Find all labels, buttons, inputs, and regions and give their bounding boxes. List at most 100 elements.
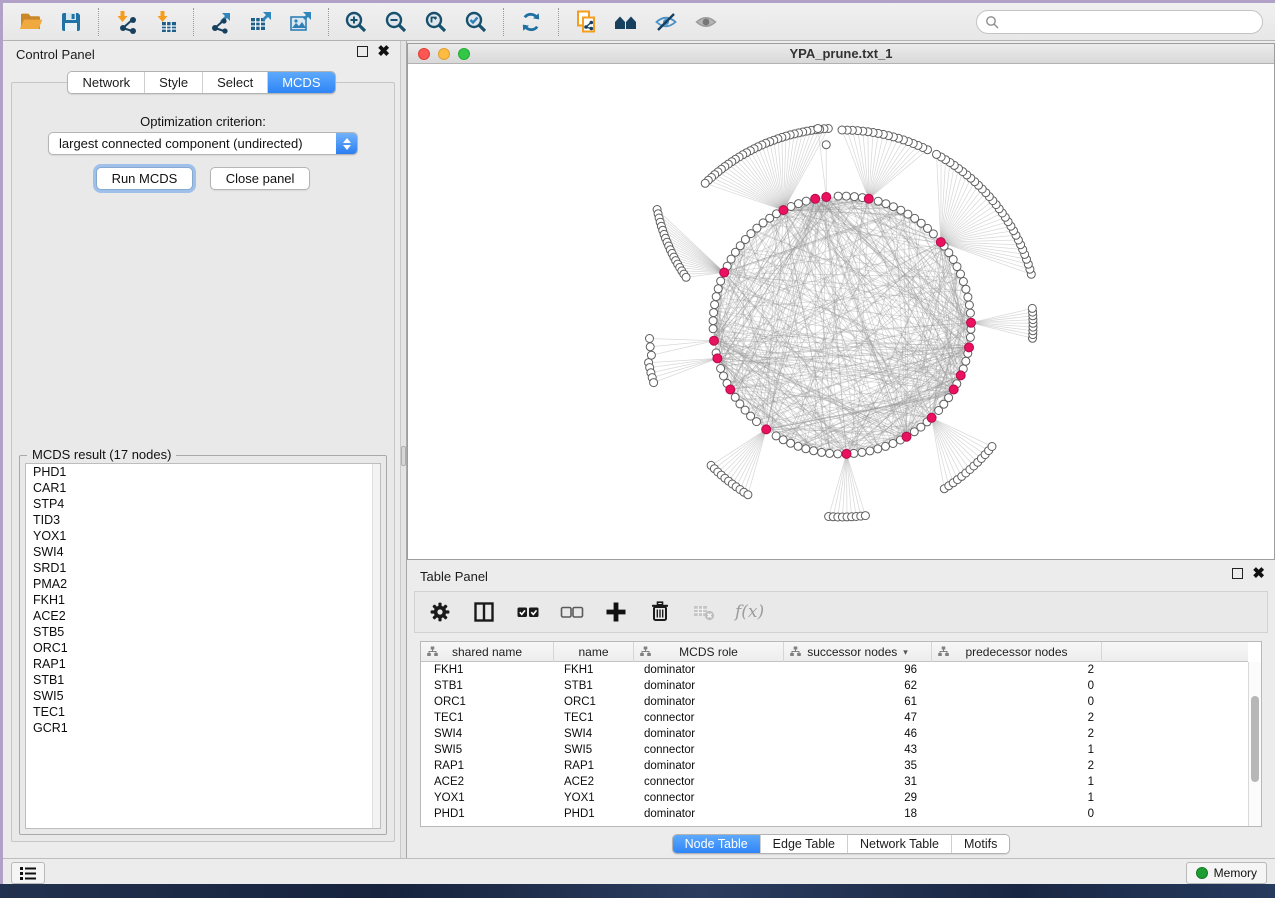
mcds-result-item[interactable]: SRD1 xyxy=(26,560,380,576)
toolbar-separator xyxy=(503,8,504,36)
mcds-result-item[interactable]: TEC1 xyxy=(26,704,380,720)
window-close-icon[interactable] xyxy=(418,48,430,60)
table-header-row: shared namenameMCDS rolesuccessor nodes▾… xyxy=(421,642,1248,662)
column-header-shared-name[interactable]: shared name xyxy=(421,642,554,662)
table-panel: Table Panel ✖ xyxy=(407,563,1275,858)
export-table-icon[interactable] xyxy=(246,7,276,37)
table-row[interactable]: SWI5SWI5connector431 xyxy=(421,742,1248,758)
import-network-icon[interactable] xyxy=(111,7,141,37)
toolbar-separator xyxy=(328,8,329,36)
export-image-icon[interactable] xyxy=(286,7,316,37)
application-window: Control Panel ✖ Network Style Select MCD… xyxy=(3,3,1275,886)
import-table-icon[interactable] xyxy=(151,7,181,37)
table-row[interactable]: FKH1FKH1dominator962 xyxy=(421,662,1248,678)
table-cell-mcds_role: dominator xyxy=(634,758,784,774)
table-cell-shared_name: ACE2 xyxy=(421,774,554,790)
table-row[interactable]: YOX1YOX1connector291 xyxy=(421,790,1248,806)
mcds-result-item[interactable]: SWI5 xyxy=(26,688,380,704)
task-history-button[interactable] xyxy=(11,862,45,884)
add-column-icon[interactable] xyxy=(603,599,629,625)
table-cell-shared_name: PHD1 xyxy=(421,806,554,822)
tab-node-table[interactable]: Node Table xyxy=(673,835,760,853)
float-panel-icon[interactable] xyxy=(357,46,368,57)
save-session-icon[interactable] xyxy=(56,7,86,37)
mcds-result-item[interactable]: ORC1 xyxy=(26,640,380,656)
table-cell-successor_nodes: 46 xyxy=(784,726,932,742)
table-options-gear-icon[interactable] xyxy=(427,599,453,625)
mcds-list-scrollbar[interactable] xyxy=(372,464,380,828)
table-scrollbar[interactable] xyxy=(1248,662,1261,826)
mcds-result-item[interactable]: YOX1 xyxy=(26,528,380,544)
tab-edge-table[interactable]: Edge Table xyxy=(760,835,847,853)
network-graph[interactable] xyxy=(408,64,1274,559)
table-cell-mcds_role: dominator xyxy=(634,806,784,822)
table-row[interactable]: TEC1TEC1connector472 xyxy=(421,710,1248,726)
table-cell-predecessor_nodes: 2 xyxy=(932,662,1102,678)
mcds-result-item[interactable]: SWI4 xyxy=(26,544,380,560)
tab-network[interactable]: Network xyxy=(68,72,144,93)
show-all-icon[interactable] xyxy=(691,7,721,37)
search-icon xyxy=(985,15,999,29)
tab-select[interactable]: Select xyxy=(202,72,267,93)
zoom-fit-icon[interactable] xyxy=(421,7,451,37)
first-neighbors-icon[interactable] xyxy=(611,7,641,37)
select-all-checkboxes-icon[interactable] xyxy=(515,599,541,625)
tab-motifs[interactable]: Motifs xyxy=(951,835,1009,853)
refresh-view-icon[interactable] xyxy=(516,7,546,37)
deselect-all-checkboxes-icon[interactable] xyxy=(559,599,585,625)
mcds-result-item[interactable]: STP4 xyxy=(26,496,380,512)
zoom-selected-icon[interactable] xyxy=(461,7,491,37)
table-cell-name: PHD1 xyxy=(554,806,634,822)
mcds-result-item[interactable]: CAR1 xyxy=(26,480,380,496)
mcds-result-item[interactable]: PHD1 xyxy=(26,464,380,480)
zoom-out-icon[interactable] xyxy=(381,7,411,37)
table-cell-predecessor_nodes: 0 xyxy=(932,694,1102,710)
window-minimize-icon[interactable] xyxy=(438,48,450,60)
tab-mcds[interactable]: MCDS xyxy=(267,72,334,93)
column-header-predecessor-nodes[interactable]: predecessor nodes xyxy=(932,642,1102,662)
tab-network-table[interactable]: Network Table xyxy=(847,835,951,853)
hide-selected-icon[interactable] xyxy=(651,7,681,37)
mcds-result-item[interactable]: STB1 xyxy=(26,672,380,688)
table-cell-mcds_role: connector xyxy=(634,774,784,790)
mcds-result-item[interactable]: GCR1 xyxy=(26,720,380,736)
float-panel-icon[interactable] xyxy=(1232,568,1243,579)
mcds-result-item[interactable]: RAP1 xyxy=(26,656,380,672)
scrollbar-thumb[interactable] xyxy=(1251,696,1259,782)
mcds-result-item[interactable]: TID3 xyxy=(26,512,380,528)
mcds-result-list: PHD1CAR1STP4TID3YOX1SWI4SRD1PMA2FKH1ACE2… xyxy=(25,463,381,829)
table-row[interactable]: PHD1PHD1dominator180 xyxy=(421,806,1248,822)
splitter-grip[interactable] xyxy=(401,446,406,466)
optimization-criterion-label: Optimization criterion: xyxy=(12,114,394,129)
memory-button[interactable]: Memory xyxy=(1186,862,1267,884)
close-panel-button[interactable]: Close panel xyxy=(210,167,311,190)
criterion-select[interactable]: largest connected component (undirected) xyxy=(48,132,358,155)
column-header-successor-nodes[interactable]: successor nodes▾ xyxy=(784,642,932,662)
table-row[interactable]: STB1STB1dominator620 xyxy=(421,678,1248,694)
column-header-MCDS-role[interactable]: MCDS role xyxy=(634,642,784,662)
table-row[interactable]: ORC1ORC1dominator610 xyxy=(421,694,1248,710)
table-row[interactable]: RAP1RAP1dominator352 xyxy=(421,758,1248,774)
table-row[interactable]: SWI4SWI4dominator462 xyxy=(421,726,1248,742)
delete-column-trash-icon[interactable] xyxy=(647,599,673,625)
mcds-result-item[interactable]: PMA2 xyxy=(26,576,380,592)
clone-network-icon[interactable] xyxy=(571,7,601,37)
zoom-in-icon[interactable] xyxy=(341,7,371,37)
window-zoom-icon[interactable] xyxy=(458,48,470,60)
table-row[interactable]: ACE2ACE2connector311 xyxy=(421,774,1248,790)
mcds-result-item[interactable]: FKH1 xyxy=(26,592,380,608)
open-session-icon[interactable] xyxy=(16,7,46,37)
mcds-result-item[interactable]: ACE2 xyxy=(26,608,380,624)
close-panel-icon[interactable]: ✖ xyxy=(1252,568,1265,579)
search-input[interactable] xyxy=(999,15,1262,29)
network-canvas[interactable] xyxy=(408,64,1274,559)
column-manager-icon[interactable] xyxy=(471,599,497,625)
close-panel-icon[interactable]: ✖ xyxy=(377,46,390,57)
mcds-result-item[interactable]: STB5 xyxy=(26,624,380,640)
export-network-icon[interactable] xyxy=(206,7,236,37)
tab-style[interactable]: Style xyxy=(144,72,202,93)
table-cell-shared_name: STB1 xyxy=(421,678,554,694)
run-mcds-button[interactable]: Run MCDS xyxy=(96,167,194,190)
panel-splitter[interactable] xyxy=(400,41,407,858)
column-header-name[interactable]: name xyxy=(554,642,634,662)
